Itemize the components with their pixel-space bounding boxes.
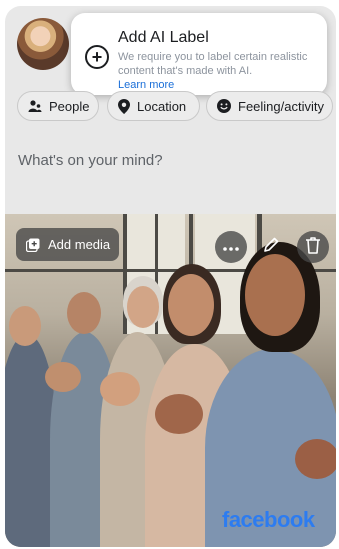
delete-button[interactable] <box>297 231 329 263</box>
avatar[interactable] <box>17 18 69 70</box>
learn-more-link[interactable]: Learn more <box>118 79 174 91</box>
person-head <box>9 306 41 346</box>
person-head <box>127 286 159 328</box>
pencil-icon <box>262 236 280 259</box>
feeling-label: Feeling/activity <box>238 98 324 114</box>
smiley-icon <box>217 99 231 113</box>
clapping-hands <box>295 439 336 479</box>
clapping-hands <box>45 362 81 392</box>
people-icon <box>28 99 42 113</box>
add-media-label: Add media <box>48 237 111 252</box>
person-head <box>67 292 101 334</box>
person-head <box>168 274 214 336</box>
facebook-logo: facebook <box>222 507 315 532</box>
ai-label-description: We require you to label certain realisti… <box>118 51 308 77</box>
plus-circle-icon[interactable]: + <box>85 45 109 69</box>
location-pin-icon <box>118 98 130 114</box>
ai-label-title: Add AI Label <box>118 29 209 46</box>
person-head <box>245 254 305 336</box>
clapping-hands <box>100 372 140 406</box>
location-label: Location <box>137 98 187 114</box>
edit-button[interactable] <box>255 231 287 263</box>
feeling-chip[interactable]: Feeling/activity <box>206 91 333 121</box>
post-composer-card: + Add AI Label We require you to label c… <box>5 6 336 547</box>
location-chip[interactable]: Location <box>107 91 200 121</box>
clapping-hands <box>155 394 203 434</box>
ai-label-tooltip[interactable]: + Add AI Label We require you to label c… <box>71 13 327 95</box>
more-options-button[interactable] <box>215 231 247 263</box>
add-media-button[interactable]: Add media <box>16 228 119 261</box>
add-media-icon <box>26 238 40 252</box>
post-image: Add media <box>5 214 336 547</box>
people-chip[interactable]: People <box>17 91 99 121</box>
post-text-input[interactable]: What's on your mind? <box>18 152 163 169</box>
more-icon <box>223 238 239 256</box>
trash-icon <box>305 236 321 259</box>
people-label: People <box>49 98 90 114</box>
